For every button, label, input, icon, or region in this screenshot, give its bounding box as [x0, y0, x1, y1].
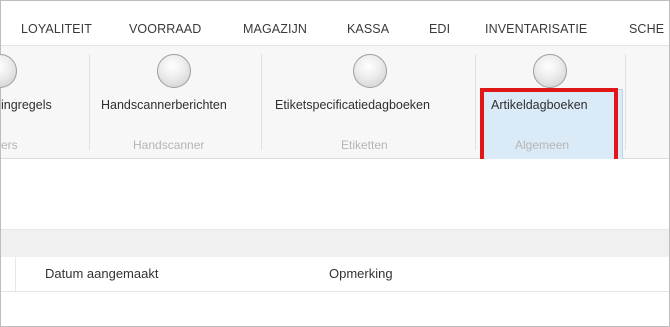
ribbon-button-label: Etiketspecificatiedagboeken: [275, 98, 430, 112]
tab-loyaliteit[interactable]: LOYALITEIT: [21, 22, 92, 36]
ribbon-button-label: Handscannerberichten: [101, 98, 227, 112]
circle-icon: [157, 54, 191, 88]
tab-kassa[interactable]: KASSA: [347, 22, 389, 36]
group-label-ers: ers: [1, 138, 18, 152]
tab-voorraad[interactable]: VOORRAAD: [129, 22, 201, 36]
ribbon-button-handscannerberichten[interactable]: Handscannerberichten: [95, 46, 255, 136]
window-frame: LOYALITEIT VOORRAAD MAGAZIJN KASSA EDI I…: [0, 0, 670, 327]
group-separator: [89, 54, 90, 150]
filter-area: [1, 159, 669, 229]
tab-schedule-truncated[interactable]: SCHE: [629, 22, 664, 36]
circle-icon: [353, 54, 387, 88]
tab-edi[interactable]: EDI: [429, 22, 450, 36]
circle-icon: [533, 54, 567, 88]
grid-toolbar: [1, 229, 669, 258]
row-selector-gutter: [15, 257, 16, 291]
group-label-handscanner: Handscanner: [133, 138, 205, 152]
tab-magazijn[interactable]: MAGAZIJN: [243, 22, 307, 36]
ribbon-button-etiketspecificatiedagboeken[interactable]: Etiketspecificatiedagboeken: [267, 46, 473, 136]
circle-icon: [0, 54, 17, 88]
group-separator: [625, 54, 626, 150]
ribbon-panel: ingregels ers Handscannerberichten Hands…: [0, 46, 669, 187]
ribbon-button-ingregels[interactable]: ingregels: [0, 46, 87, 136]
ribbon-tab-bar: LOYALITEIT VOORRAAD MAGAZIJN KASSA EDI I…: [1, 1, 669, 46]
group-label-etiketten: Etiketten: [341, 138, 388, 152]
tab-inventarisatie[interactable]: INVENTARISATIE: [485, 22, 587, 36]
column-header-opmerking[interactable]: Opmerking: [329, 266, 393, 281]
group-separator: [475, 54, 476, 150]
column-header-datum-aangemaakt[interactable]: Datum aangemaakt: [45, 266, 158, 281]
group-separator: [261, 54, 262, 150]
ribbon-button-label: ingregels: [1, 98, 52, 112]
grid-column-header-row: Datum aangemaakt Opmerking: [1, 257, 669, 292]
